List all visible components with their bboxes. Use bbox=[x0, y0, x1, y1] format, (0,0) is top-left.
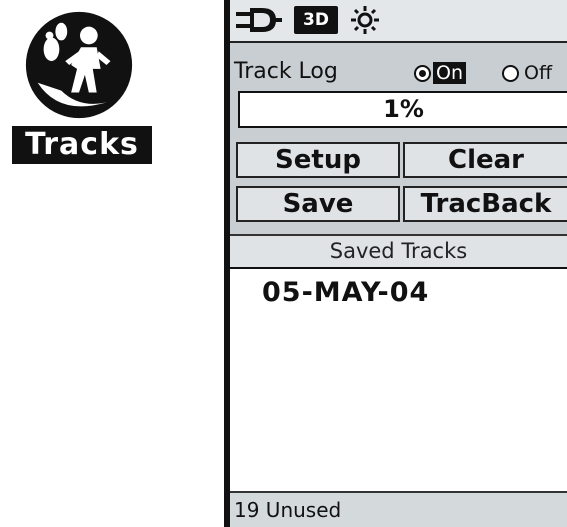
save-button[interactable]: Save bbox=[236, 186, 400, 222]
track-log-off-radio[interactable]: Off bbox=[502, 61, 555, 85]
radio-selected-icon bbox=[414, 64, 431, 82]
saved-tracks-list: 05-MAY-04 bbox=[232, 269, 567, 489]
unused-count: 19 Unused bbox=[230, 491, 567, 527]
status-bar: 3D bbox=[230, 0, 567, 43]
radio-unselected-icon bbox=[502, 64, 519, 82]
clear-button[interactable]: Clear bbox=[403, 142, 567, 178]
gps-status-text: 3D bbox=[303, 10, 329, 30]
track-log-label: Track Log bbox=[234, 59, 338, 84]
off-label: Off bbox=[524, 62, 553, 84]
saved-tracks-header: Saved Tracks bbox=[230, 236, 567, 269]
logo-label: Tracks bbox=[12, 126, 152, 164]
device-screen: 3D Track Log On Off 1% Setup Clear Save … bbox=[224, 0, 567, 527]
setup-button[interactable]: Setup bbox=[236, 142, 400, 178]
power-plug-icon bbox=[236, 8, 282, 32]
track-log-percent-full: 1% bbox=[238, 91, 567, 128]
footprints-walker-icon bbox=[25, 11, 133, 119]
track-log-on-radio[interactable]: On bbox=[414, 61, 466, 85]
list-item[interactable]: 05-MAY-04 bbox=[262, 277, 429, 309]
track-log-panel: Track Log On Off 1% Setup Clear Save Tra… bbox=[230, 43, 567, 236]
on-label: On bbox=[433, 62, 466, 84]
tracks-app-logo: Tracks bbox=[8, 6, 156, 166]
3d-gps-status-icon: 3D bbox=[294, 6, 338, 34]
tracback-button[interactable]: TracBack bbox=[403, 186, 567, 222]
backlight-icon bbox=[351, 6, 379, 34]
